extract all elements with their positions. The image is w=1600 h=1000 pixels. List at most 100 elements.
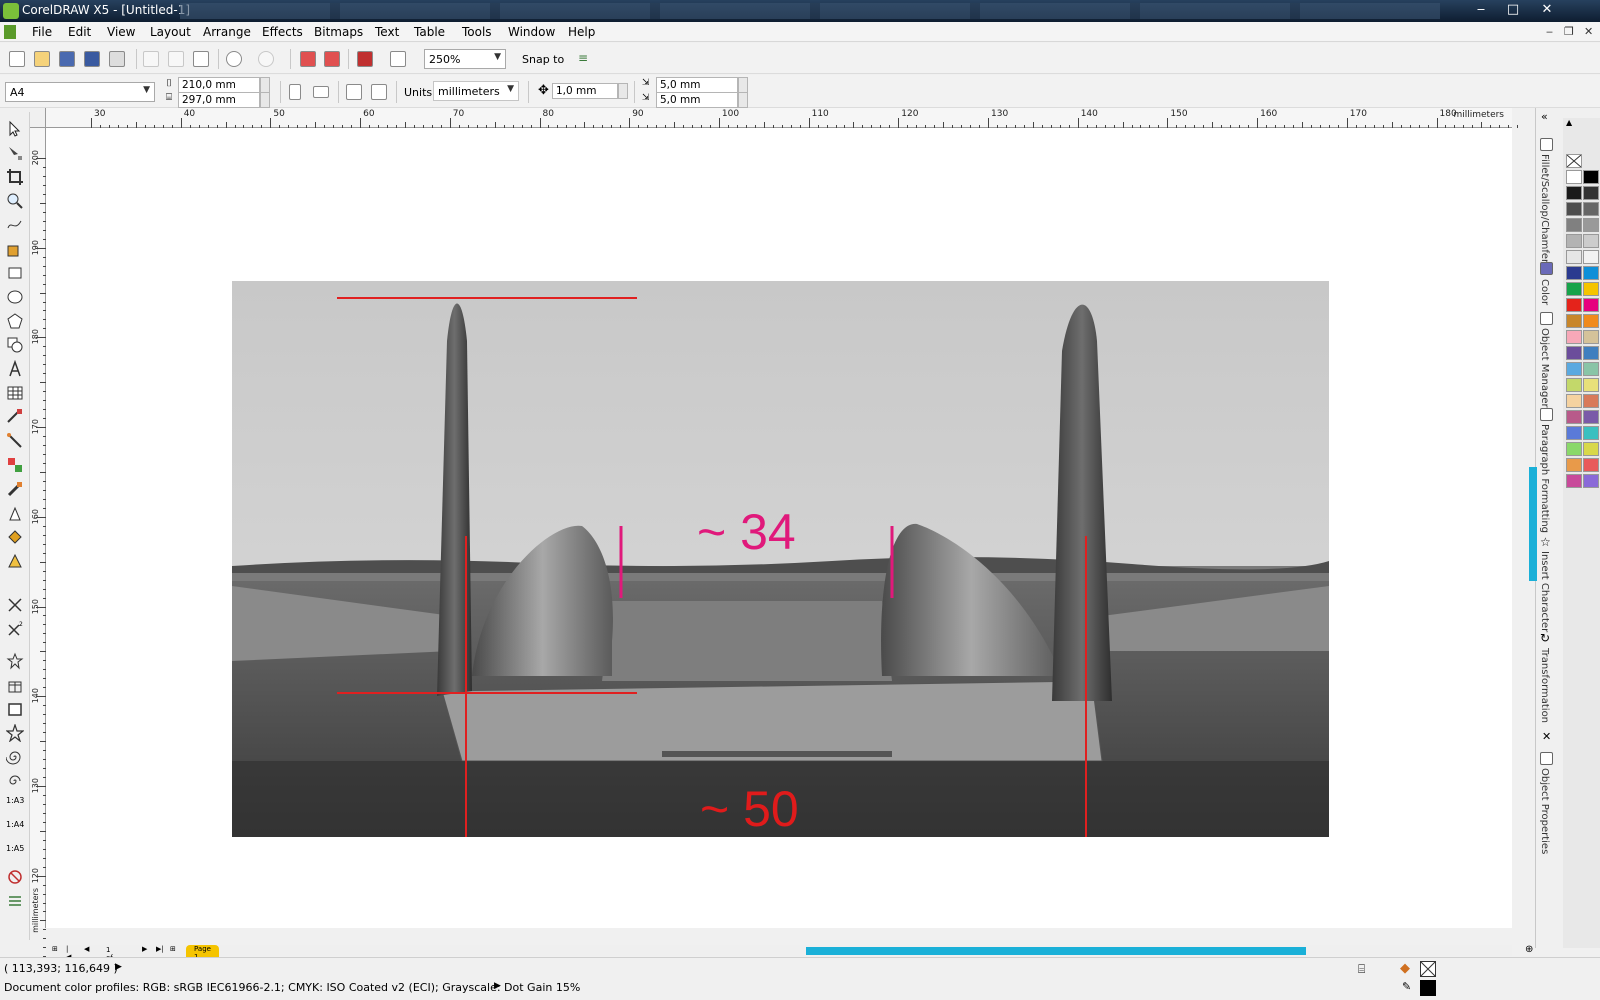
text-tool-icon[interactable] xyxy=(6,359,24,378)
collapse-dockers-icon[interactable]: « xyxy=(1541,110,1548,123)
spiral-alt-icon[interactable] xyxy=(6,772,24,790)
palette-swatch[interactable] xyxy=(1583,170,1599,184)
nudge-spinner[interactable] xyxy=(618,83,628,99)
outline-tool-icon[interactable] xyxy=(6,504,24,522)
palette-swatch[interactable] xyxy=(1583,378,1599,392)
options-icon[interactable]: ≡ xyxy=(578,51,594,67)
palette-swatch[interactable] xyxy=(1566,266,1582,280)
cancel-icon[interactable] xyxy=(6,868,24,886)
palette-swatch[interactable] xyxy=(1583,202,1599,216)
maximize-button[interactable]: □ xyxy=(1496,1,1530,19)
portrait-icon[interactable] xyxy=(289,84,301,100)
menu-arrange[interactable]: Arrange xyxy=(203,25,251,39)
duplicate-distance-x-field[interactable]: 5,0 mm xyxy=(656,77,738,93)
palette-swatch[interactable] xyxy=(1566,378,1582,392)
doc-restore-button[interactable]: ❐ xyxy=(1564,25,1574,38)
menu-tools[interactable]: Tools xyxy=(462,25,492,39)
menu-layout[interactable]: Layout xyxy=(150,25,191,39)
blend-tool-icon[interactable] xyxy=(6,456,24,474)
smart-fill-tool-icon[interactable] xyxy=(6,240,24,258)
palette-swatch[interactable] xyxy=(1566,314,1582,328)
gift-box-icon[interactable] xyxy=(6,676,24,694)
connector-tool-icon[interactable] xyxy=(6,432,24,450)
nudge-distance-field[interactable]: 1,0 mm xyxy=(552,83,618,99)
freehand-tool-icon[interactable] xyxy=(6,216,24,234)
docker-tab-fillet[interactable]: Fillet/Scallop/Chamfer xyxy=(1539,154,1550,263)
pick-tool-icon[interactable] xyxy=(6,120,24,138)
open-icon[interactable] xyxy=(34,51,50,67)
copy-icon[interactable] xyxy=(168,51,184,67)
page-height-spinner[interactable] xyxy=(260,92,270,108)
all-pages-icon[interactable] xyxy=(346,84,362,100)
palette-swatch[interactable] xyxy=(1583,330,1599,344)
menu-help[interactable]: Help xyxy=(568,25,595,39)
palette-swatch[interactable] xyxy=(1583,234,1599,248)
outline-color-swatch[interactable] xyxy=(1420,980,1436,996)
palette-swatch[interactable] xyxy=(1583,362,1599,376)
page-width-field[interactable]: 210,0 mm xyxy=(178,77,260,93)
zoom-level-combo[interactable]: 250% ▼ xyxy=(424,49,506,69)
palette-swatch[interactable] xyxy=(1566,394,1582,408)
next-page-icon[interactable]: ▶ xyxy=(142,945,147,953)
palette-swatch[interactable] xyxy=(1583,394,1599,408)
palette-swatch[interactable] xyxy=(1583,426,1599,440)
close-button[interactable]: ✕ xyxy=(1530,1,1564,19)
page-height-field[interactable]: 297,0 mm xyxy=(178,92,260,108)
paste-icon[interactable] xyxy=(193,51,209,67)
palette-swatch[interactable] xyxy=(1566,442,1582,456)
menu-window[interactable]: Window xyxy=(508,25,555,39)
paper-a4-icon[interactable]: 1:A4 xyxy=(6,820,24,838)
menu-file[interactable]: File xyxy=(32,25,52,39)
coords-expand-icon[interactable]: ▶ xyxy=(115,962,122,972)
palette-swatch[interactable] xyxy=(1583,314,1599,328)
dimension-tool-icon[interactable] xyxy=(6,408,24,426)
transform-x2-icon[interactable]: 2 xyxy=(6,620,24,638)
palette-swatch[interactable] xyxy=(1566,298,1582,312)
duplicate-distance-y-field[interactable]: 5,0 mm xyxy=(656,92,738,108)
docker-resize-handle[interactable] xyxy=(1529,467,1537,581)
palette-swatch[interactable] xyxy=(1583,250,1599,264)
docker-tab-insert-character[interactable]: Insert Character xyxy=(1539,551,1550,632)
zoom-tool-icon[interactable] xyxy=(6,192,24,210)
list-settings-icon[interactable] xyxy=(6,892,24,910)
docker-tab-paragraph[interactable]: Paragraph Formatting xyxy=(1539,424,1550,533)
interactive-fill-tool-icon[interactable] xyxy=(6,552,24,570)
palette-swatch[interactable] xyxy=(1583,282,1599,296)
undo-icon[interactable] xyxy=(226,51,242,67)
save-as-icon[interactable] xyxy=(84,51,100,67)
minimize-button[interactable]: ‒ xyxy=(1464,1,1498,19)
polygon-tool-icon[interactable] xyxy=(6,312,24,330)
cut-icon[interactable] xyxy=(143,51,159,67)
palette-swatch[interactable] xyxy=(1583,186,1599,200)
document-icon[interactable] xyxy=(4,25,16,39)
new-document-icon[interactable] xyxy=(9,51,25,67)
table-tool-icon[interactable] xyxy=(6,384,24,402)
eyedropper-tool-icon[interactable] xyxy=(6,480,24,498)
close-docker-icon[interactable]: ✕ xyxy=(1542,730,1551,743)
palette-swatch[interactable] xyxy=(1583,346,1599,360)
menu-effects[interactable]: Effects xyxy=(262,25,303,39)
basic-shapes-tool-icon[interactable] xyxy=(6,336,24,354)
fill-tool-icon[interactable] xyxy=(6,528,24,546)
vertical-ruler[interactable]: millimeters 200190180170160150140130120 xyxy=(30,128,46,958)
print-icon[interactable] xyxy=(109,51,125,67)
menu-edit[interactable]: Edit xyxy=(68,25,91,39)
palette-swatch[interactable] xyxy=(1566,202,1582,216)
palette-swatch[interactable] xyxy=(1566,362,1582,376)
menu-table[interactable]: Table xyxy=(414,25,445,39)
ellipse-tool-icon[interactable] xyxy=(6,288,24,306)
palette-swatch[interactable] xyxy=(1566,474,1582,488)
palette-swatch[interactable] xyxy=(1566,426,1582,440)
star-outline-icon[interactable] xyxy=(6,652,24,670)
palette-swatch[interactable] xyxy=(1566,330,1582,344)
import-icon[interactable] xyxy=(300,51,316,67)
palette-swatch[interactable] xyxy=(1566,410,1582,424)
palette-swatch[interactable] xyxy=(1583,298,1599,312)
menu-text[interactable]: Text xyxy=(375,25,399,39)
save-icon[interactable] xyxy=(59,51,75,67)
palette-swatch[interactable] xyxy=(1566,458,1582,472)
menu-bitmaps[interactable]: Bitmaps xyxy=(314,25,363,39)
annotation-upper-measurement[interactable]: ~ 34 xyxy=(697,503,796,561)
spiral-icon[interactable] xyxy=(5,748,24,766)
fill-none-swatch[interactable] xyxy=(1420,961,1436,977)
